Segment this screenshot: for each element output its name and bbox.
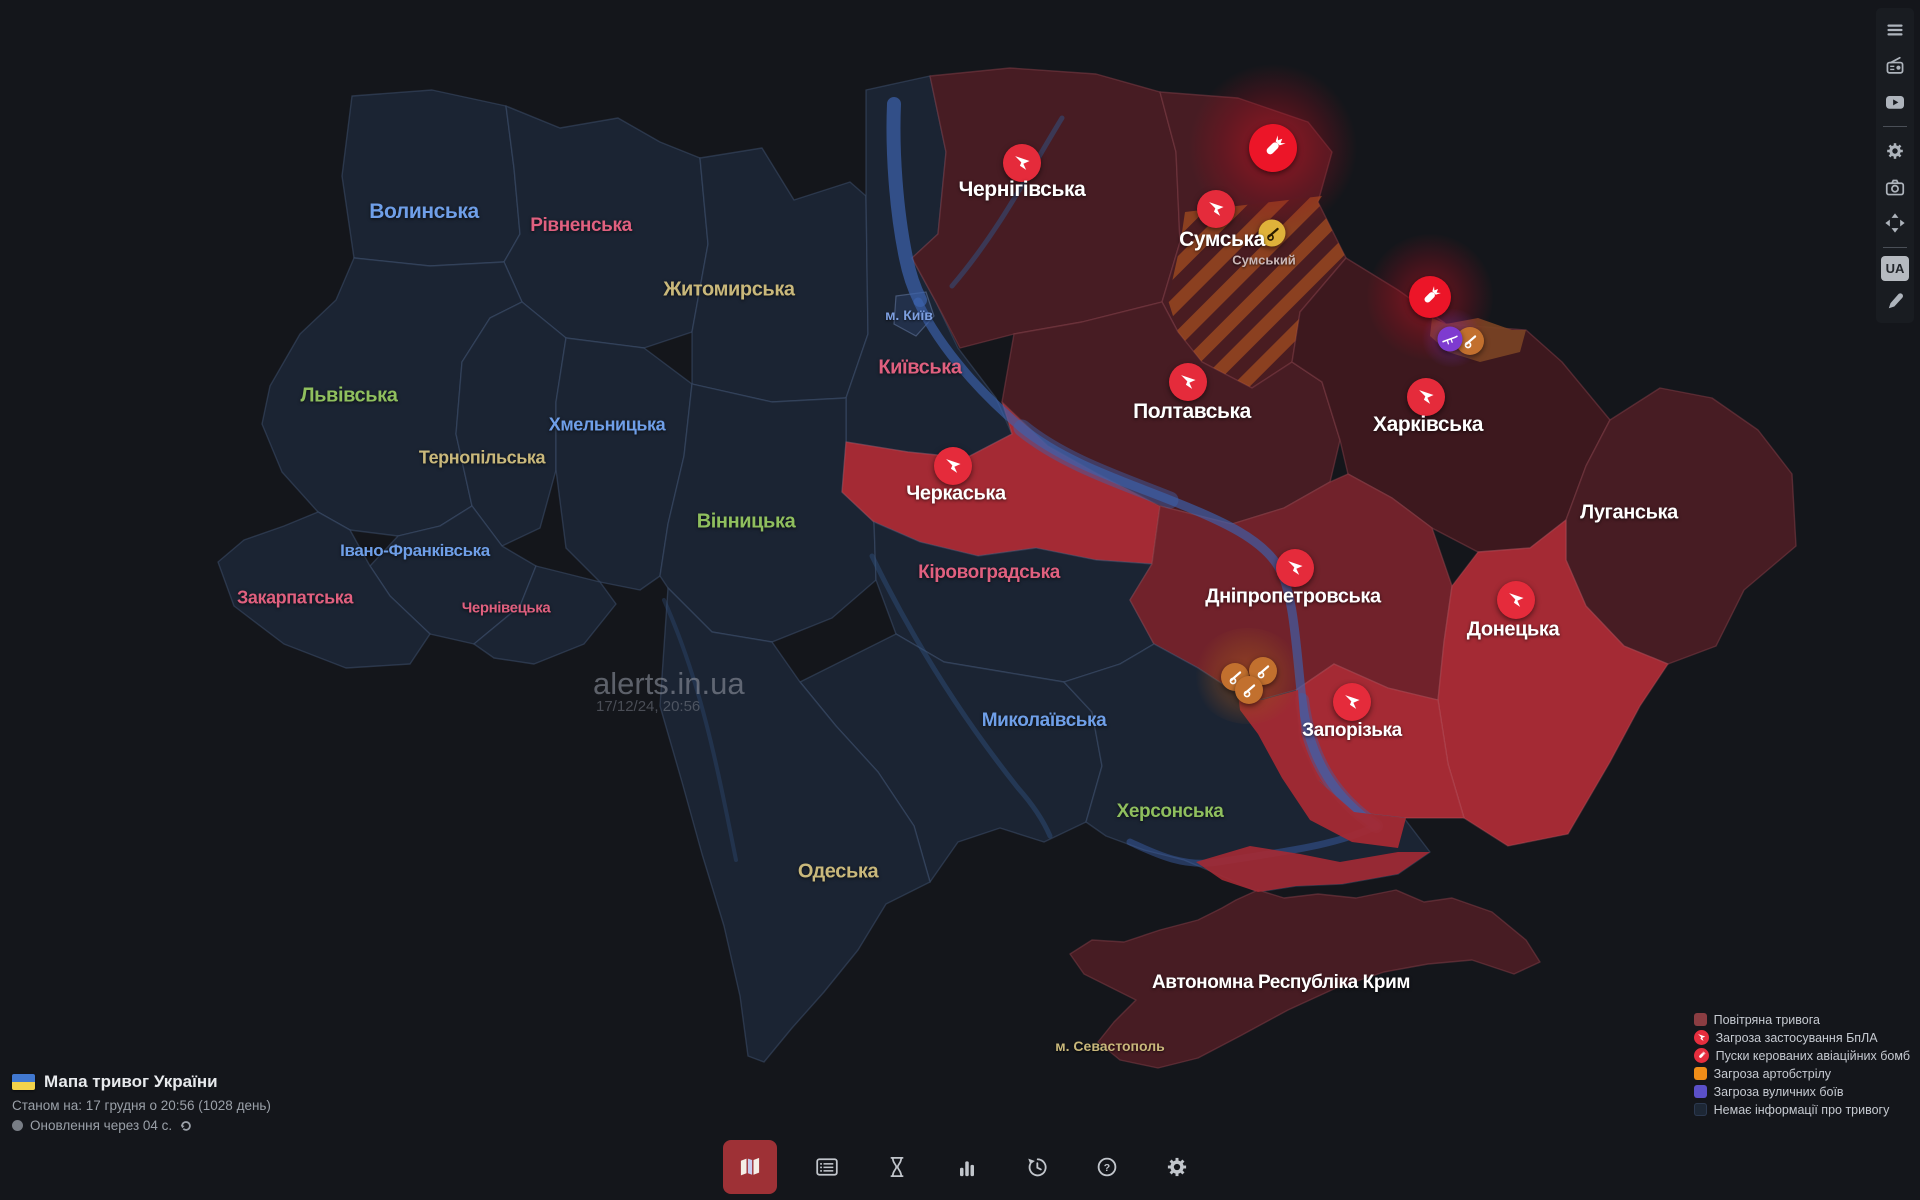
region-chernihivska[interactable] <box>912 68 1180 348</box>
legend-item: Повітряна тривога <box>1694 1012 1910 1027</box>
guided-bomb-icon[interactable] <box>1249 124 1297 172</box>
drone-threat-icon-dnipropetrovska[interactable] <box>1276 549 1314 587</box>
map-icon <box>736 1153 764 1181</box>
artillery-threat-icon-nikopol-3[interactable] <box>1235 676 1263 704</box>
legend-item: Пуски керованих авіаційних бомб <box>1694 1048 1910 1063</box>
artillery-square-icon <box>1694 1067 1707 1080</box>
drone-threat-icon-sumska[interactable] <box>1197 190 1235 228</box>
no-info-square-icon <box>1694 1103 1707 1116</box>
refresh-icon[interactable] <box>179 1119 193 1133</box>
settings-button[interactable] <box>1879 135 1911 167</box>
list-icon <box>813 1153 841 1181</box>
camera-icon <box>1884 176 1906 198</box>
street-fights-icon-kharkivska[interactable] <box>1438 327 1463 352</box>
legend-item: Загроза артобстрілу <box>1694 1066 1910 1081</box>
draw-button[interactable] <box>1879 285 1911 317</box>
tab-help[interactable]: ? <box>1087 1147 1127 1187</box>
legend-item: Немає інформації про тривогу <box>1694 1102 1910 1117</box>
drone-threat-icon-chernihivska[interactable] <box>1003 144 1041 182</box>
drone-threat-icon-cherkaska[interactable] <box>934 447 972 485</box>
info-panel: Мапа тривог України Станом на: 17 грудня… <box>12 1072 271 1133</box>
help-icon: ? <box>1093 1153 1121 1181</box>
status-line: Станом на: 17 грудня о 20:56 (1028 день) <box>12 1098 271 1113</box>
youtube-icon <box>1883 90 1907 114</box>
ukraine-map[interactable] <box>0 0 1920 1200</box>
map-title: Мапа тривог України <box>44 1072 218 1092</box>
legend-item: Загроза застосування БпЛА <box>1694 1030 1910 1045</box>
bar-chart-icon <box>953 1153 981 1181</box>
fullscreen-icon <box>1884 212 1906 234</box>
tab-settings[interactable] <box>1157 1147 1197 1187</box>
gear-icon <box>1163 1153 1191 1181</box>
tab-history[interactable] <box>1017 1147 1057 1187</box>
menu-button[interactable] <box>1879 14 1911 46</box>
sidebar-divider <box>1883 247 1907 248</box>
screenshot-button[interactable] <box>1879 171 1911 203</box>
region-crimea[interactable] <box>1070 890 1540 1068</box>
tab-list[interactable] <box>807 1147 847 1187</box>
legend: Повітряна тривога Загроза застосування Б… <box>1694 1012 1910 1117</box>
bomb-circle-icon <box>1694 1048 1709 1063</box>
radio-button[interactable] <box>1879 50 1911 82</box>
pencil-icon <box>1884 290 1906 312</box>
sidebar: UA <box>1876 8 1914 323</box>
bottom-toolbar: ? <box>723 1140 1197 1194</box>
guided-bomb-icon[interactable] <box>1409 276 1451 318</box>
region-volynska[interactable] <box>342 90 520 266</box>
drone-threat-icon-poltavska[interactable] <box>1169 363 1207 401</box>
menu-icon <box>1884 19 1906 41</box>
status-dot <box>12 1120 23 1131</box>
fullscreen-button[interactable] <box>1879 207 1911 239</box>
sidebar-divider <box>1883 126 1907 127</box>
hourglass-icon <box>883 1153 911 1181</box>
update-countdown: Оновлення через 04 с. <box>30 1118 172 1133</box>
tab-statistics[interactable] <box>947 1147 987 1187</box>
legend-item: Загроза вуличних боїв <box>1694 1084 1910 1099</box>
air-alert-square-icon <box>1694 1013 1707 1026</box>
tab-timer[interactable] <box>877 1147 917 1187</box>
drone-circle-icon <box>1694 1030 1709 1045</box>
alerts-map-app: Волинська Рівненська Житомирська Київськ… <box>0 0 1920 1200</box>
street-fights-square-icon <box>1694 1085 1707 1098</box>
region-zhytomyrska[interactable] <box>692 148 868 402</box>
region-vinnytska[interactable] <box>660 384 876 642</box>
youtube-button[interactable] <box>1879 86 1911 118</box>
drone-threat-icon-donetska[interactable] <box>1497 581 1535 619</box>
radio-icon <box>1884 55 1906 77</box>
language-button[interactable]: UA <box>1881 256 1909 281</box>
drone-threat-icon-zaporizka[interactable] <box>1333 683 1371 721</box>
drone-threat-icon-kharkivska[interactable] <box>1407 378 1445 416</box>
tab-map[interactable] <box>723 1140 777 1194</box>
artillery-threat-icon-sumska[interactable] <box>1259 220 1286 247</box>
ukraine-flag-icon <box>12 1074 35 1090</box>
svg-text:?: ? <box>1104 1162 1110 1174</box>
gear-icon <box>1883 139 1907 163</box>
history-icon <box>1023 1153 1051 1181</box>
